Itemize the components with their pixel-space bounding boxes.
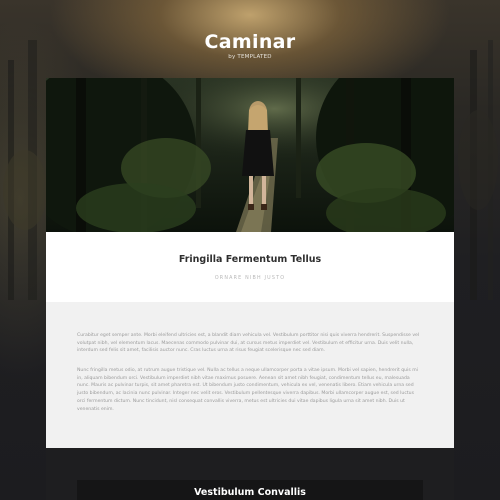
dark-card: Vestibulum Convallis: [77, 480, 423, 500]
forest-path-photo: [46, 78, 454, 232]
intro-subtitle: Ornare Nibh Justo: [214, 276, 286, 281]
dark-section: Vestibulum Convallis: [46, 448, 454, 500]
paragraph: Curabitur eget semper ante. Morbi eleife…: [77, 333, 420, 354]
intro-title: Fringilla Fermentum Tellus: [178, 254, 322, 265]
site-title[interactable]: Caminar: [0, 30, 500, 54]
body-text-section: Curabitur eget semper ante. Morbi eleife…: [46, 302, 454, 448]
main-container: Fringilla Fermentum Tellus Ornare Nibh J…: [46, 78, 454, 500]
page: Caminar by TEMPLATED Fringilla Fermentum…: [0, 0, 500, 500]
site-header: Caminar by TEMPLATED: [0, 30, 500, 61]
dark-card-title: Vestibulum Convallis: [194, 487, 306, 498]
site-byline: by TEMPLATED: [228, 54, 272, 60]
paragraph: Nunc fringilla metus odio, at rutrum aug…: [77, 368, 418, 412]
hero-image: [46, 78, 454, 232]
